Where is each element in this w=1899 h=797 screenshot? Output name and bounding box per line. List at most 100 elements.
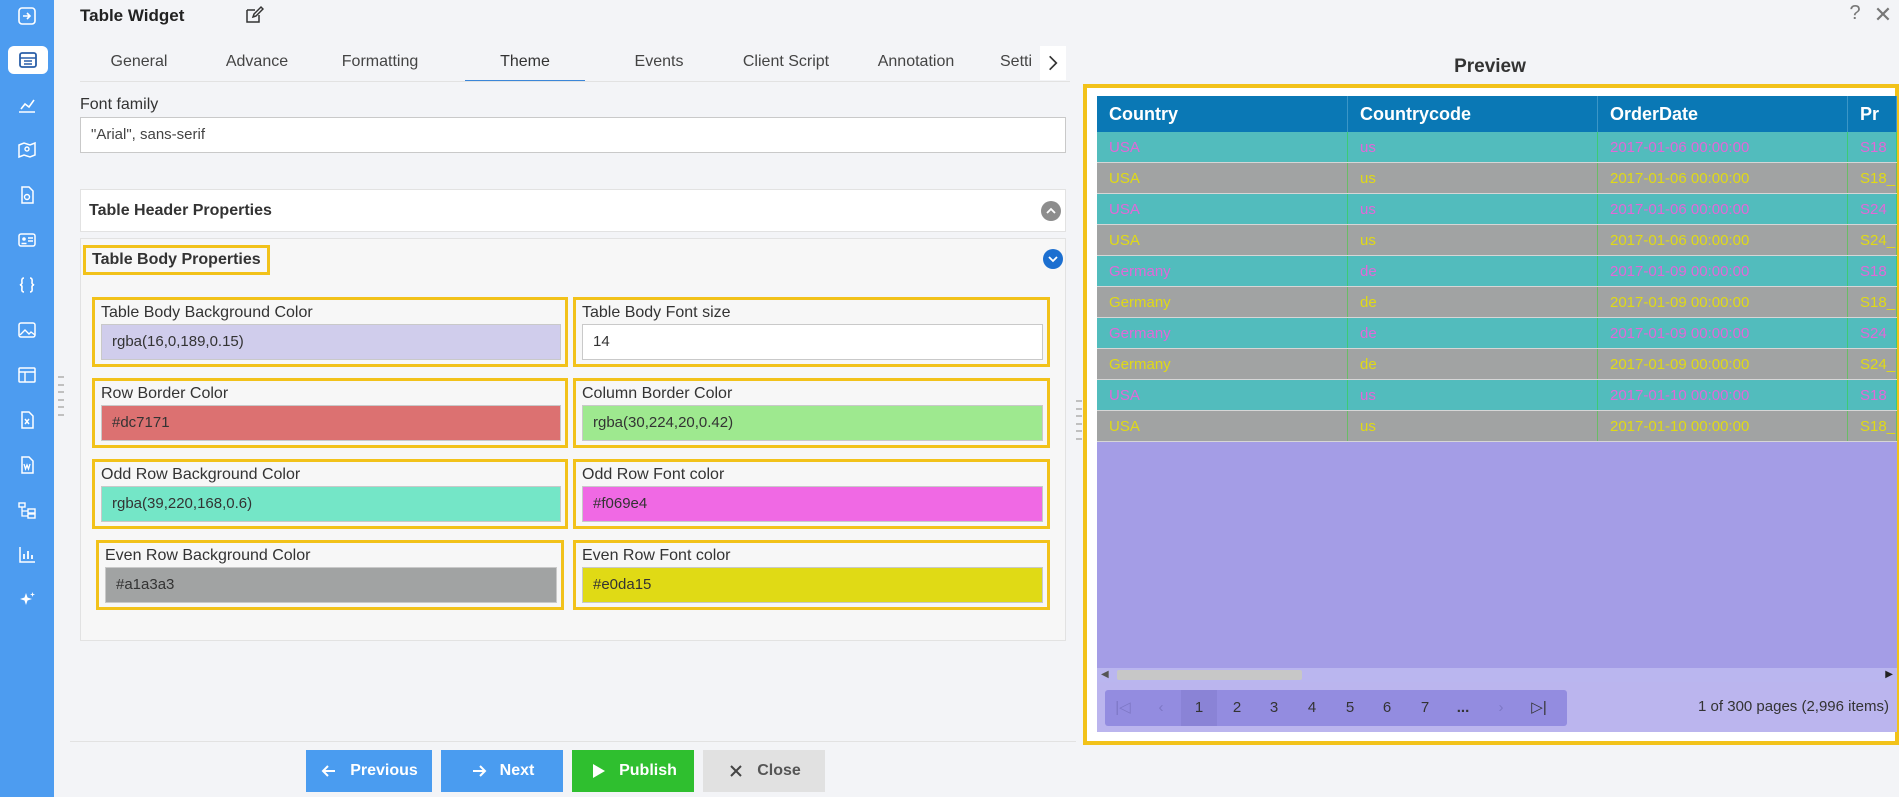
table-widget-icon[interactable] [8,46,48,74]
body-bg-color-input[interactable]: rgba(16,0,189,0.15) [101,324,561,360]
table-row[interactable]: Germany de 2017-01-09 00:00:00 S24 [1097,318,1897,349]
arrow-right-to-line-icon[interactable] [14,3,40,29]
column-border-color-input[interactable]: rgba(30,224,20,0.42) [582,405,1043,441]
field-label: Row Border Color [101,385,229,402]
tab-general[interactable]: General [80,44,198,81]
tab-theme[interactable]: Theme [465,44,585,81]
column-header-country[interactable]: Country [1097,96,1348,132]
help-icon[interactable]: ? [1845,2,1865,25]
table-row[interactable]: USA us 2017-01-06 00:00:00 S18 [1097,132,1897,163]
table-cell: USA [1097,380,1348,410]
pager: |◁ ‹ 1 2 3 4 5 6 7 ... › ▷| 1 of 300 pag… [1097,682,1897,732]
page-button[interactable]: 4 [1294,690,1330,726]
table-cell: us [1348,380,1598,410]
section-title: Table Body Properties [83,245,270,275]
settings-tabs: General Advance Formatting Theme Events … [80,44,1070,82]
id-card-icon[interactable] [14,227,40,253]
horizontal-scrollbar[interactable]: ◀ ▶ [1097,668,1897,682]
table-cell: S18 [1848,256,1897,286]
tab-annotation[interactable]: Annotation [852,44,980,81]
table-cell: 2017-01-10 00:00:00 [1598,380,1848,410]
table-row[interactable]: Germany de 2017-01-09 00:00:00 S18_ [1097,287,1897,318]
tab-scroll-right-button[interactable] [1040,46,1066,80]
section-header[interactable]: Table Body Properties [81,245,1067,279]
chevron-up-icon[interactable] [1041,201,1061,221]
tab-advance[interactable]: Advance [198,44,316,81]
table-row[interactable]: Germany de 2017-01-09 00:00:00 S18 [1097,256,1897,287]
chart-icon[interactable] [14,92,40,118]
body-font-size-input[interactable]: 14 [582,324,1043,360]
page-button[interactable]: 5 [1332,690,1368,726]
table-header-properties-section[interactable]: Table Header Properties [80,189,1066,232]
first-page-icon[interactable]: |◁ [1105,690,1141,726]
next-page-icon[interactable]: › [1483,690,1519,726]
page-button[interactable]: 6 [1369,690,1405,726]
table-cell: S24_ [1848,349,1897,379]
table-cell: us [1348,132,1598,162]
widget-title: Table Widget [80,6,185,25]
table-cell: USA [1097,132,1348,162]
row-border-color-input[interactable]: #dc7171 [101,405,561,441]
table-cell: Germany [1097,256,1348,286]
edit-title-icon[interactable] [244,5,265,25]
table-row[interactable]: USA us 2017-01-06 00:00:00 S18_ [1097,163,1897,194]
even-row-font-color-input[interactable]: #e0da15 [582,567,1043,603]
document-icon[interactable] [14,182,40,208]
table-cell: de [1348,287,1598,317]
table-cell: us [1348,225,1598,255]
odd-row-bg-color-input[interactable]: rgba(39,220,168,0.6) [101,486,561,522]
even-row-bg-color-input[interactable]: #a1a3a3 [105,567,557,603]
close-button[interactable]: Close [703,750,825,792]
column-header-orderdate[interactable]: OrderDate [1598,96,1848,132]
table-row[interactable]: USA us 2017-01-06 00:00:00 S24 [1097,194,1897,225]
table-cell: 2017-01-09 00:00:00 [1598,349,1848,379]
publish-button[interactable]: Publish [572,750,694,792]
chevron-right-icon [1049,55,1058,71]
body-bg-color-field: Table Body Background Color rgba(16,0,18… [92,297,568,367]
bar-chart-icon[interactable] [14,542,40,568]
table-cell: Germany [1097,318,1348,348]
odd-row-font-color-input[interactable]: #f069e4 [582,486,1043,522]
table-row[interactable]: USA us 2017-01-10 00:00:00 S18_ [1097,411,1897,442]
table-row[interactable]: Germany de 2017-01-09 00:00:00 S24_ [1097,349,1897,380]
column-header-countrycode[interactable]: Countrycode [1348,96,1598,132]
braces-icon[interactable] [14,272,40,298]
row-border-color-field: Row Border Color #dc7171 [92,378,568,448]
sparkle-icon[interactable] [14,587,40,613]
publish-button-label: Publish [619,762,677,779]
left-resize-handle[interactable] [58,376,64,416]
prev-page-icon[interactable]: ‹ [1143,690,1179,726]
table-cell: Germany [1097,287,1348,317]
font-family-input[interactable]: "Arial", sans-serif [80,117,1066,153]
page-button[interactable]: 1 [1181,690,1217,726]
table-row[interactable]: USA us 2017-01-06 00:00:00 S24_ [1097,225,1897,256]
scroll-left-icon[interactable]: ◀ [1101,668,1109,682]
page-button[interactable]: 3 [1256,690,1292,726]
body-font-size-field: Table Body Font size 14 [573,297,1050,367]
layout-icon[interactable] [14,362,40,388]
last-page-icon[interactable]: ▷| [1521,690,1557,726]
left-icon-rail [0,0,54,797]
table-row[interactable]: USA us 2017-01-10 00:00:00 S18 [1097,380,1897,411]
page-button[interactable]: 2 [1219,690,1255,726]
chevron-down-icon[interactable] [1043,249,1063,269]
hierarchy-icon[interactable] [14,497,40,523]
panel-resize-handle[interactable] [1076,400,1082,440]
image-icon[interactable] [14,317,40,343]
close-icon[interactable]: ✕ [1873,2,1893,28]
table-cell: S18_ [1848,287,1897,317]
next-button[interactable]: Next [441,750,563,792]
tab-events[interactable]: Events [600,44,718,81]
scroll-right-icon[interactable]: ▶ [1885,668,1893,682]
previous-button[interactable]: Previous [306,750,432,792]
scrollbar-thumb[interactable] [1117,670,1302,680]
tab-client-script[interactable]: Client Script [720,44,852,81]
map-icon[interactable] [14,137,40,163]
column-header-product[interactable]: Pr [1848,96,1897,132]
page-button[interactable]: 7 [1407,690,1443,726]
tab-formatting[interactable]: Formatting [316,44,444,81]
word-icon[interactable] [14,452,40,478]
more-pages-button[interactable]: ... [1445,690,1481,726]
excel-icon[interactable] [14,407,40,433]
table-cell: S18_ [1848,411,1897,441]
